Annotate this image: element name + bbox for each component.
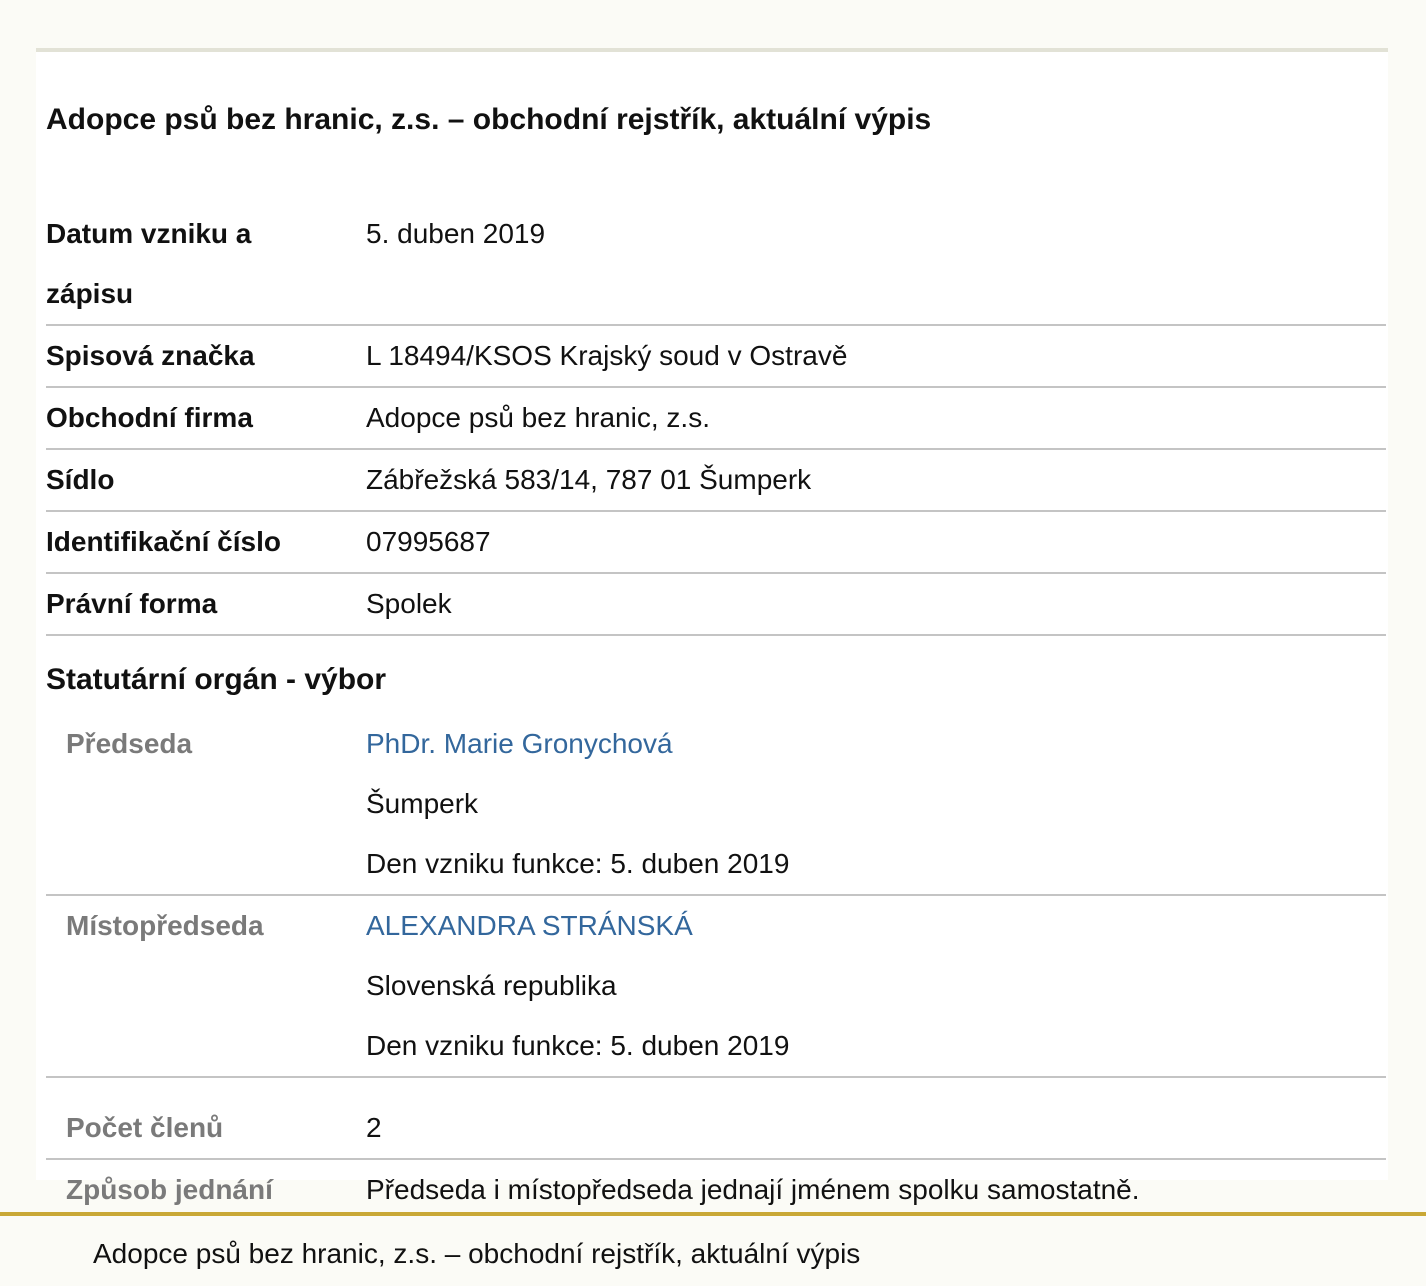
field-label: Datum vzniku a zápisu [46, 218, 252, 309]
conduct-value: Předseda i místopředseda jednají jménem … [366, 1174, 1140, 1205]
member-row-vice-chairman: Místopředseda ALEXANDRA STRÁNSKÁ Slovens… [46, 896, 1386, 1078]
field-label: Sídlo [46, 464, 115, 495]
member-row-chairman: Předseda PhDr. Marie Gronychová Šumperk … [46, 714, 1386, 896]
page-title: Adopce psů bez hranic, z.s. – obchodní r… [46, 103, 932, 136]
member-count-label: Počet členů [66, 1112, 224, 1143]
conduct-label: Způsob jednání [66, 1174, 273, 1205]
field-row-id-number: Identifikační číslo 07995687 [46, 512, 1386, 574]
member-count-row: Počet členů 2 [46, 1078, 1386, 1160]
field-value: 07995687 [366, 526, 491, 557]
field-label: Právní forma [46, 588, 218, 619]
member-name-link[interactable]: ALEXANDRA STRÁNSKÁ [366, 896, 693, 956]
member-location: Slovenská republika [366, 970, 617, 1001]
field-value: Spolek [366, 588, 452, 619]
statutory-section-title: Statutární orgán - výbor [46, 663, 387, 696]
member-count-value: 2 [366, 1112, 382, 1143]
field-label: Obchodní firma [46, 402, 253, 433]
field-row-date: Datum vzniku a zápisu 5. duben 2019 [46, 204, 1386, 326]
member-location: Šumperk [366, 788, 479, 819]
field-label: Identifikační číslo [46, 526, 281, 557]
field-row-legal-form: Právní forma Spolek [46, 574, 1386, 636]
member-name-link[interactable]: PhDr. Marie Gronychová [366, 714, 673, 774]
member-since: Den vzniku funkce: 5. duben 2019 [366, 848, 790, 879]
field-value: L 18494/KSOS Krajský soud v Ostravě [366, 340, 848, 371]
register-extract-card: Adopce psů bez hranic, z.s. – obchodní r… [36, 48, 1388, 1222]
footer-title: Adopce psů bez hranic, z.s. – obchodní r… [93, 1238, 861, 1269]
member-role: Místopředseda [66, 910, 264, 941]
field-value: Adopce psů bez hranic, z.s. [366, 402, 710, 433]
field-value: Zábřežská 583/14, 787 01 Šumperk [366, 464, 812, 495]
field-row-file-number: Spisová značka L 18494/KSOS Krajský soud… [46, 326, 1386, 388]
field-row-company-name: Obchodní firma Adopce psů bez hranic, z.… [46, 388, 1386, 450]
field-label: Spisová značka [46, 340, 255, 371]
field-row-address: Sídlo Zábřežská 583/14, 787 01 Šumperk [46, 450, 1386, 512]
member-since: Den vzniku funkce: 5. duben 2019 [366, 1030, 790, 1061]
member-role: Předseda [66, 728, 193, 759]
page-footer: Adopce psů bez hranic, z.s. – obchodní r… [0, 1212, 1426, 1286]
field-value: 5. duben 2019 [366, 218, 546, 249]
